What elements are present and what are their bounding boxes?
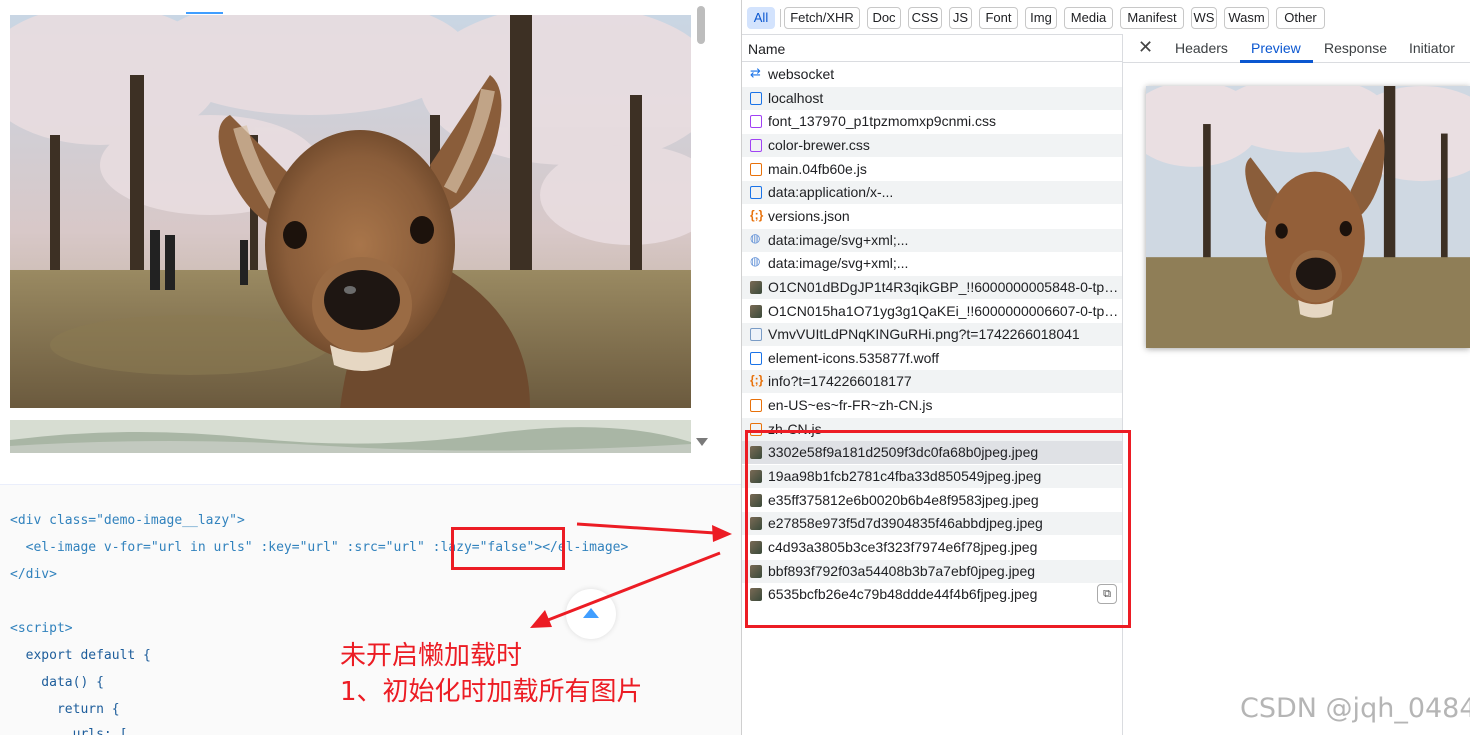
tab-headers[interactable]: Headers (1175, 40, 1228, 56)
request-name: en-US~es~fr-FR~zh-CN.js (768, 397, 933, 414)
request-name: data:application/x-... (768, 184, 894, 201)
scrollbar-thumb[interactable] (697, 6, 705, 44)
request-name: data:image/svg+xml;... (768, 231, 909, 248)
tab-preview[interactable]: Preview (1251, 40, 1301, 56)
request-name: color-brewer.css (768, 136, 870, 153)
request-name: data:image/svg+xml;... (768, 255, 909, 272)
active-tab-indicator (186, 12, 223, 14)
css-type-icon (750, 138, 762, 152)
js-type-icon (750, 399, 762, 413)
request-name: font_137970_p1tpzmomxp9cnmi.css (768, 113, 997, 130)
watermark: CSDN @jqh_0484 (1240, 693, 1470, 724)
request-name: O1CN01dBDgJP1t4R3qikGBP_!!6000000005848-… (768, 278, 1120, 295)
font-type-icon (750, 351, 762, 365)
list-detail-divider[interactable] (1122, 34, 1123, 735)
request-row[interactable]: VmvVUItLdPNqKINGuRHi.png?t=1742266018041 (742, 323, 1122, 347)
filter-font[interactable]: Font (979, 7, 1018, 29)
json-type-icon: {;} (750, 373, 764, 388)
tab-initiator[interactable]: Initiator (1409, 40, 1455, 56)
code-line-6: export default { (10, 648, 151, 663)
filter-ws[interactable]: WS (1191, 7, 1217, 29)
filter-fetch-xhr[interactable]: Fetch/XHR (784, 7, 860, 29)
request-name: localhost (768, 89, 824, 106)
filter-manifest[interactable]: Manifest (1120, 7, 1184, 29)
font-type-icon (750, 186, 762, 200)
request-row[interactable]: data:application/x-... (742, 181, 1122, 205)
request-row[interactable]: en-US~es~fr-FR~zh-CN.js (742, 394, 1122, 417)
js-type-icon (750, 162, 762, 176)
code-line-5: <script> (10, 621, 73, 636)
demo-scrollbar[interactable] (693, 0, 710, 455)
name-column-header[interactable]: Name (742, 34, 1122, 62)
request-row[interactable]: main.04fb60e.js (742, 158, 1122, 181)
code-line-8: return { (10, 702, 120, 717)
svg-type-icon: ◍ (750, 254, 761, 269)
request-name: element-icons.535877f.woff (768, 349, 939, 366)
request-name: websocket (768, 66, 835, 82)
request-name: versions.json (768, 207, 850, 224)
deer-image (10, 15, 691, 408)
css-type-icon (750, 115, 762, 129)
request-row[interactable]: ⇄ websocket (742, 63, 1122, 86)
request-name: VmvVUItLdPNqKINGuRHi.png?t=1742266018041 (768, 326, 1080, 343)
request-row[interactable]: element-icons.535877f.woff (742, 347, 1122, 370)
code-line-1: <div class="demo-image__lazy"> (10, 513, 245, 528)
name-column-label: Name (748, 41, 786, 57)
request-type-filters: All Fetch/XHR Doc CSS JS Font Img Media … (742, 0, 1470, 34)
svg-type-icon: ◍ (750, 230, 761, 245)
request-row[interactable]: ◍ data:image/svg+xml;... (742, 252, 1122, 275)
back-to-top-button[interactable] (566, 589, 616, 639)
demo-page: <div class="demo-image__lazy"> <el-image… (0, 0, 741, 735)
request-row[interactable]: localhost (742, 86, 1122, 110)
request-row[interactable]: O1CN01dBDgJP1t4R3qikGBP_!!6000000005848-… (742, 275, 1122, 299)
request-row[interactable]: color-brewer.css (742, 133, 1122, 157)
json-type-icon: {;} (750, 207, 764, 222)
filter-separator (780, 9, 781, 27)
next-image-preview (10, 420, 691, 453)
filter-media[interactable]: Media (1064, 7, 1113, 29)
request-row[interactable]: {;} versions.json (742, 205, 1122, 228)
request-row[interactable]: O1CN015ha1O71yg3g1QaKEi_!!6000000006607-… (742, 300, 1122, 323)
detail-tabs: ✕ Headers Preview Response Initiator (1123, 34, 1470, 63)
filter-other[interactable]: Other (1276, 7, 1325, 29)
request-name: info?t=1742266018177 (768, 373, 912, 390)
filter-img[interactable]: Img (1025, 7, 1057, 29)
close-icon[interactable]: ✕ (1138, 37, 1153, 58)
code-line-7: data() { (10, 675, 104, 690)
request-row[interactable]: ◍ data:image/svg+xml;... (742, 228, 1122, 252)
filter-js[interactable]: JS (949, 7, 972, 29)
img-type-icon (750, 280, 762, 294)
img-type-icon (750, 304, 762, 318)
lazy-image-container[interactable] (0, 0, 710, 455)
filter-wasm[interactable]: Wasm (1224, 7, 1269, 29)
request-name: O1CN015ha1O71yg3g1QaKEi_!!6000000006607-… (768, 302, 1120, 319)
image-preview (1146, 86, 1470, 348)
code-line-3: </div> (10, 567, 57, 582)
ws-type-icon: ⇄ (750, 65, 761, 80)
doc-type-icon (750, 91, 762, 105)
file-type-icon (750, 328, 762, 342)
request-row[interactable]: {;} info?t=1742266018177 (742, 370, 1122, 394)
request-name: main.04fb60e.js (768, 160, 867, 177)
lazy-images-highlight-box (745, 430, 1131, 628)
filter-doc[interactable]: Doc (867, 7, 901, 29)
arrow-up-icon (583, 608, 599, 618)
filter-css[interactable]: CSS (908, 7, 942, 29)
request-row[interactable]: font_137970_p1tpzmomxp9cnmi.css (742, 110, 1122, 133)
active-tab-underline (1240, 60, 1313, 63)
lazy-false-highlight-box (451, 527, 565, 570)
annotation-line-1: 未开启懒加载时 (340, 641, 523, 671)
annotation-line-2: 1、初始化时加载所有图片 (340, 677, 643, 707)
tab-response[interactable]: Response (1324, 40, 1387, 56)
code-line-9: urls: [ (10, 727, 128, 735)
scroll-down-arrow-icon[interactable] (696, 438, 708, 446)
filter-all[interactable]: All (747, 7, 775, 29)
